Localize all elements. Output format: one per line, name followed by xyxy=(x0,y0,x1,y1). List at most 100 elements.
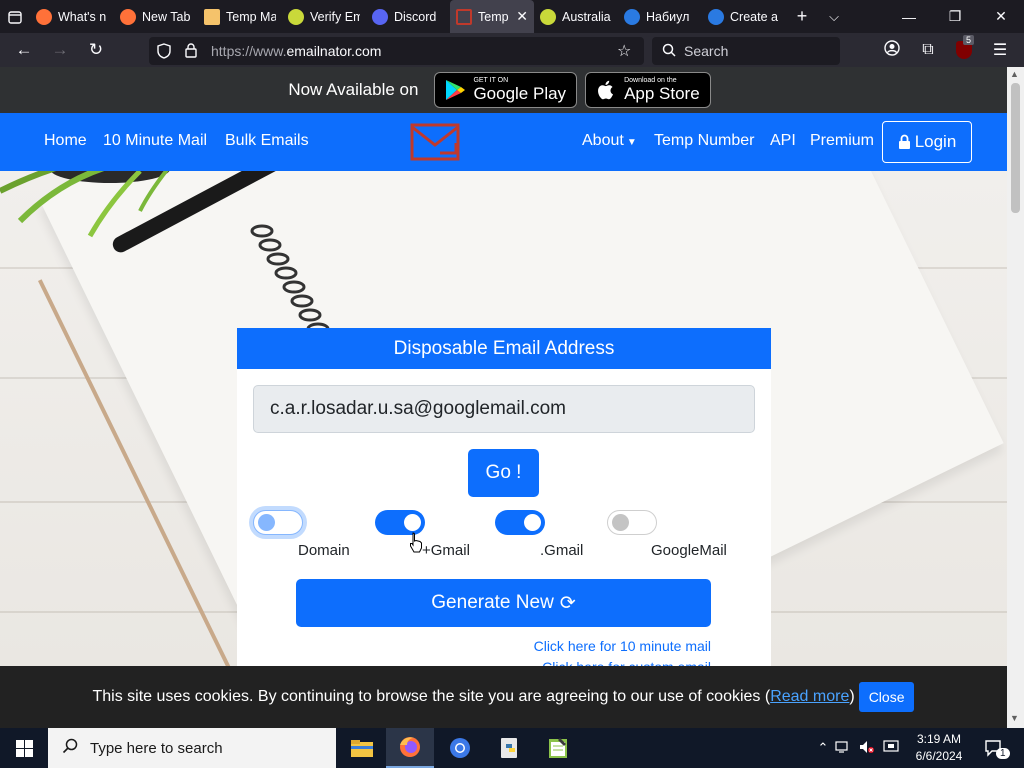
lock-icon xyxy=(898,134,910,149)
cookie-close-button[interactable]: Close xyxy=(858,682,915,712)
caret-down-icon: ▼ xyxy=(626,137,637,148)
emailnator-icon xyxy=(456,8,472,25)
plus-icon: + xyxy=(796,6,808,26)
page-scrollbar[interactable]: ▲ ▼ xyxy=(1007,67,1024,728)
tab-temp-active[interactable]: Temp ✕ xyxy=(450,0,534,33)
nav-about-dropdown[interactable]: About ▼ xyxy=(582,132,637,150)
scrollbar-thumb[interactable] xyxy=(1011,83,1020,213)
tab-nabiul[interactable]: Набиул xyxy=(618,0,702,33)
tab-temp-mail[interactable]: Temp Ma xyxy=(198,0,282,33)
nav-temp-number[interactable]: Temp Number xyxy=(654,132,754,150)
list-all-tabs-button[interactable] xyxy=(0,0,30,33)
new-tab-button[interactable]: + xyxy=(786,0,818,33)
login-button[interactable]: Login xyxy=(882,121,972,163)
firefox-icon xyxy=(400,737,420,757)
verify-icon xyxy=(288,8,304,25)
browser-app[interactable] xyxy=(436,728,484,768)
lock-icon xyxy=(185,43,197,61)
reload-button[interactable]: ↻ xyxy=(78,33,114,67)
google-play-icon xyxy=(446,80,466,100)
hero-background: Disposable Email Address c.a.r.losadar.u… xyxy=(0,171,1007,728)
account-button[interactable] xyxy=(874,33,910,67)
scroll-down-icon[interactable]: ▼ xyxy=(1010,713,1019,723)
shield-icon xyxy=(157,43,171,62)
at-sign-icon xyxy=(708,8,724,25)
tab-list-icon xyxy=(8,10,22,24)
windows-logo-icon xyxy=(15,739,33,757)
browser-tab-bar: What's n New Tab Temp Ma Verify Em Disco… xyxy=(0,0,1024,33)
notepad-app[interactable] xyxy=(534,728,582,768)
network-icon[interactable] xyxy=(831,740,855,757)
tab-create-account[interactable]: Create a xyxy=(702,0,786,33)
go-button[interactable]: Go ! xyxy=(468,449,539,497)
cookie-consent-bar: This site uses cookies. By continuing to… xyxy=(0,666,1007,728)
notepad-icon xyxy=(549,738,567,758)
volume-muted-icon[interactable] xyxy=(855,740,879,757)
forward-button[interactable]: → xyxy=(42,33,78,67)
close-tab-icon[interactable]: ✕ xyxy=(516,8,528,25)
domain-label: Domain xyxy=(298,542,350,559)
arrow-right-icon: → xyxy=(51,40,69,59)
tab-overflow-button[interactable]: ⌵ xyxy=(818,0,850,33)
minimize-icon: — xyxy=(902,8,916,25)
dot-gmail-toggle[interactable] xyxy=(495,510,545,535)
envelope-icon xyxy=(204,8,220,25)
app-store-badge[interactable]: Download on the App Store xyxy=(585,72,711,108)
restore-button[interactable]: ❐ xyxy=(932,0,978,33)
python-app[interactable] xyxy=(486,728,534,768)
taskbar-search-box[interactable]: Type here to search xyxy=(48,728,336,768)
tab-discord[interactable]: Discord xyxy=(366,0,450,33)
firefox-icon xyxy=(36,8,52,25)
nav-bulk-emails[interactable]: Bulk Emails xyxy=(225,132,309,150)
cookie-text-tail: ) xyxy=(849,688,855,705)
back-button[interactable]: ← xyxy=(6,33,42,67)
toggle-knob xyxy=(524,514,541,531)
generate-new-button[interactable]: Generate New ⟳ xyxy=(296,579,711,627)
start-button[interactable] xyxy=(0,728,48,768)
toggle-knob xyxy=(404,514,421,531)
tab-whats-new[interactable]: What's n xyxy=(30,0,114,33)
toggle-knob xyxy=(612,514,629,531)
firefox-app[interactable] xyxy=(386,728,434,768)
show-hidden-icons-icon[interactable]: ⌃ xyxy=(815,740,831,756)
ublock-badge: 5 xyxy=(963,35,975,45)
tab-new-tab[interactable]: New Tab xyxy=(114,0,198,33)
reload-icon: ↻ xyxy=(88,40,104,59)
domain-toggle[interactable] xyxy=(253,510,303,535)
firefox-icon xyxy=(120,8,136,25)
scroll-up-icon[interactable]: ▲ xyxy=(1010,69,1019,79)
nav-10-minute-mail[interactable]: 10 Minute Mail xyxy=(103,132,207,150)
ten-minute-mail-link[interactable]: Click here for 10 minute mail xyxy=(534,638,711,654)
extensions-button[interactable]: ⧉ xyxy=(910,33,946,67)
hand-cursor-icon xyxy=(410,532,422,553)
menu-button[interactable]: ☰ xyxy=(982,33,1018,67)
notebook-spiral xyxy=(250,224,330,336)
file-explorer-app[interactable] xyxy=(338,728,386,768)
taskbar-clock[interactable]: 3:19 AM 6/6/2024 xyxy=(906,731,972,765)
display-icon[interactable] xyxy=(879,739,903,757)
minimize-button[interactable]: — xyxy=(886,0,932,33)
web-page: Now Available on GET IT ON Google Play Do… xyxy=(0,67,1007,728)
tab-australia[interactable]: Australia xyxy=(534,0,618,33)
google-play-badge[interactable]: GET IT ON Google Play xyxy=(434,72,578,108)
nav-home[interactable]: Home xyxy=(44,132,87,150)
action-center-button[interactable]: 1 xyxy=(976,728,1012,768)
discord-icon xyxy=(372,8,388,25)
ublock-button[interactable]: 5 xyxy=(946,33,982,67)
googlemail-label: GoogleMail xyxy=(651,542,727,559)
read-more-link[interactable]: Read more xyxy=(770,688,849,706)
tab-verify-email[interactable]: Verify Em xyxy=(282,0,366,33)
search-bar[interactable]: Search xyxy=(652,37,840,65)
close-window-button[interactable]: ✕ xyxy=(978,0,1024,33)
nav-premium[interactable]: Premium xyxy=(810,132,874,150)
cookie-text: This site uses cookies. By continuing to… xyxy=(92,688,771,705)
address-bar[interactable]: https://www.emailnator.com ☆ xyxy=(149,37,644,65)
verify-icon xyxy=(540,8,556,25)
chevron-down-icon: ⌵ xyxy=(829,8,839,24)
close-icon: ✕ xyxy=(995,8,1007,24)
site-logo[interactable] xyxy=(410,123,460,161)
email-address-field[interactable]: c.a.r.losadar.u.sa@googlemail.com xyxy=(253,385,755,433)
bookmark-star-icon[interactable]: ☆ xyxy=(617,41,631,61)
nav-api[interactable]: API xyxy=(770,132,796,150)
googlemail-toggle[interactable] xyxy=(607,510,657,535)
